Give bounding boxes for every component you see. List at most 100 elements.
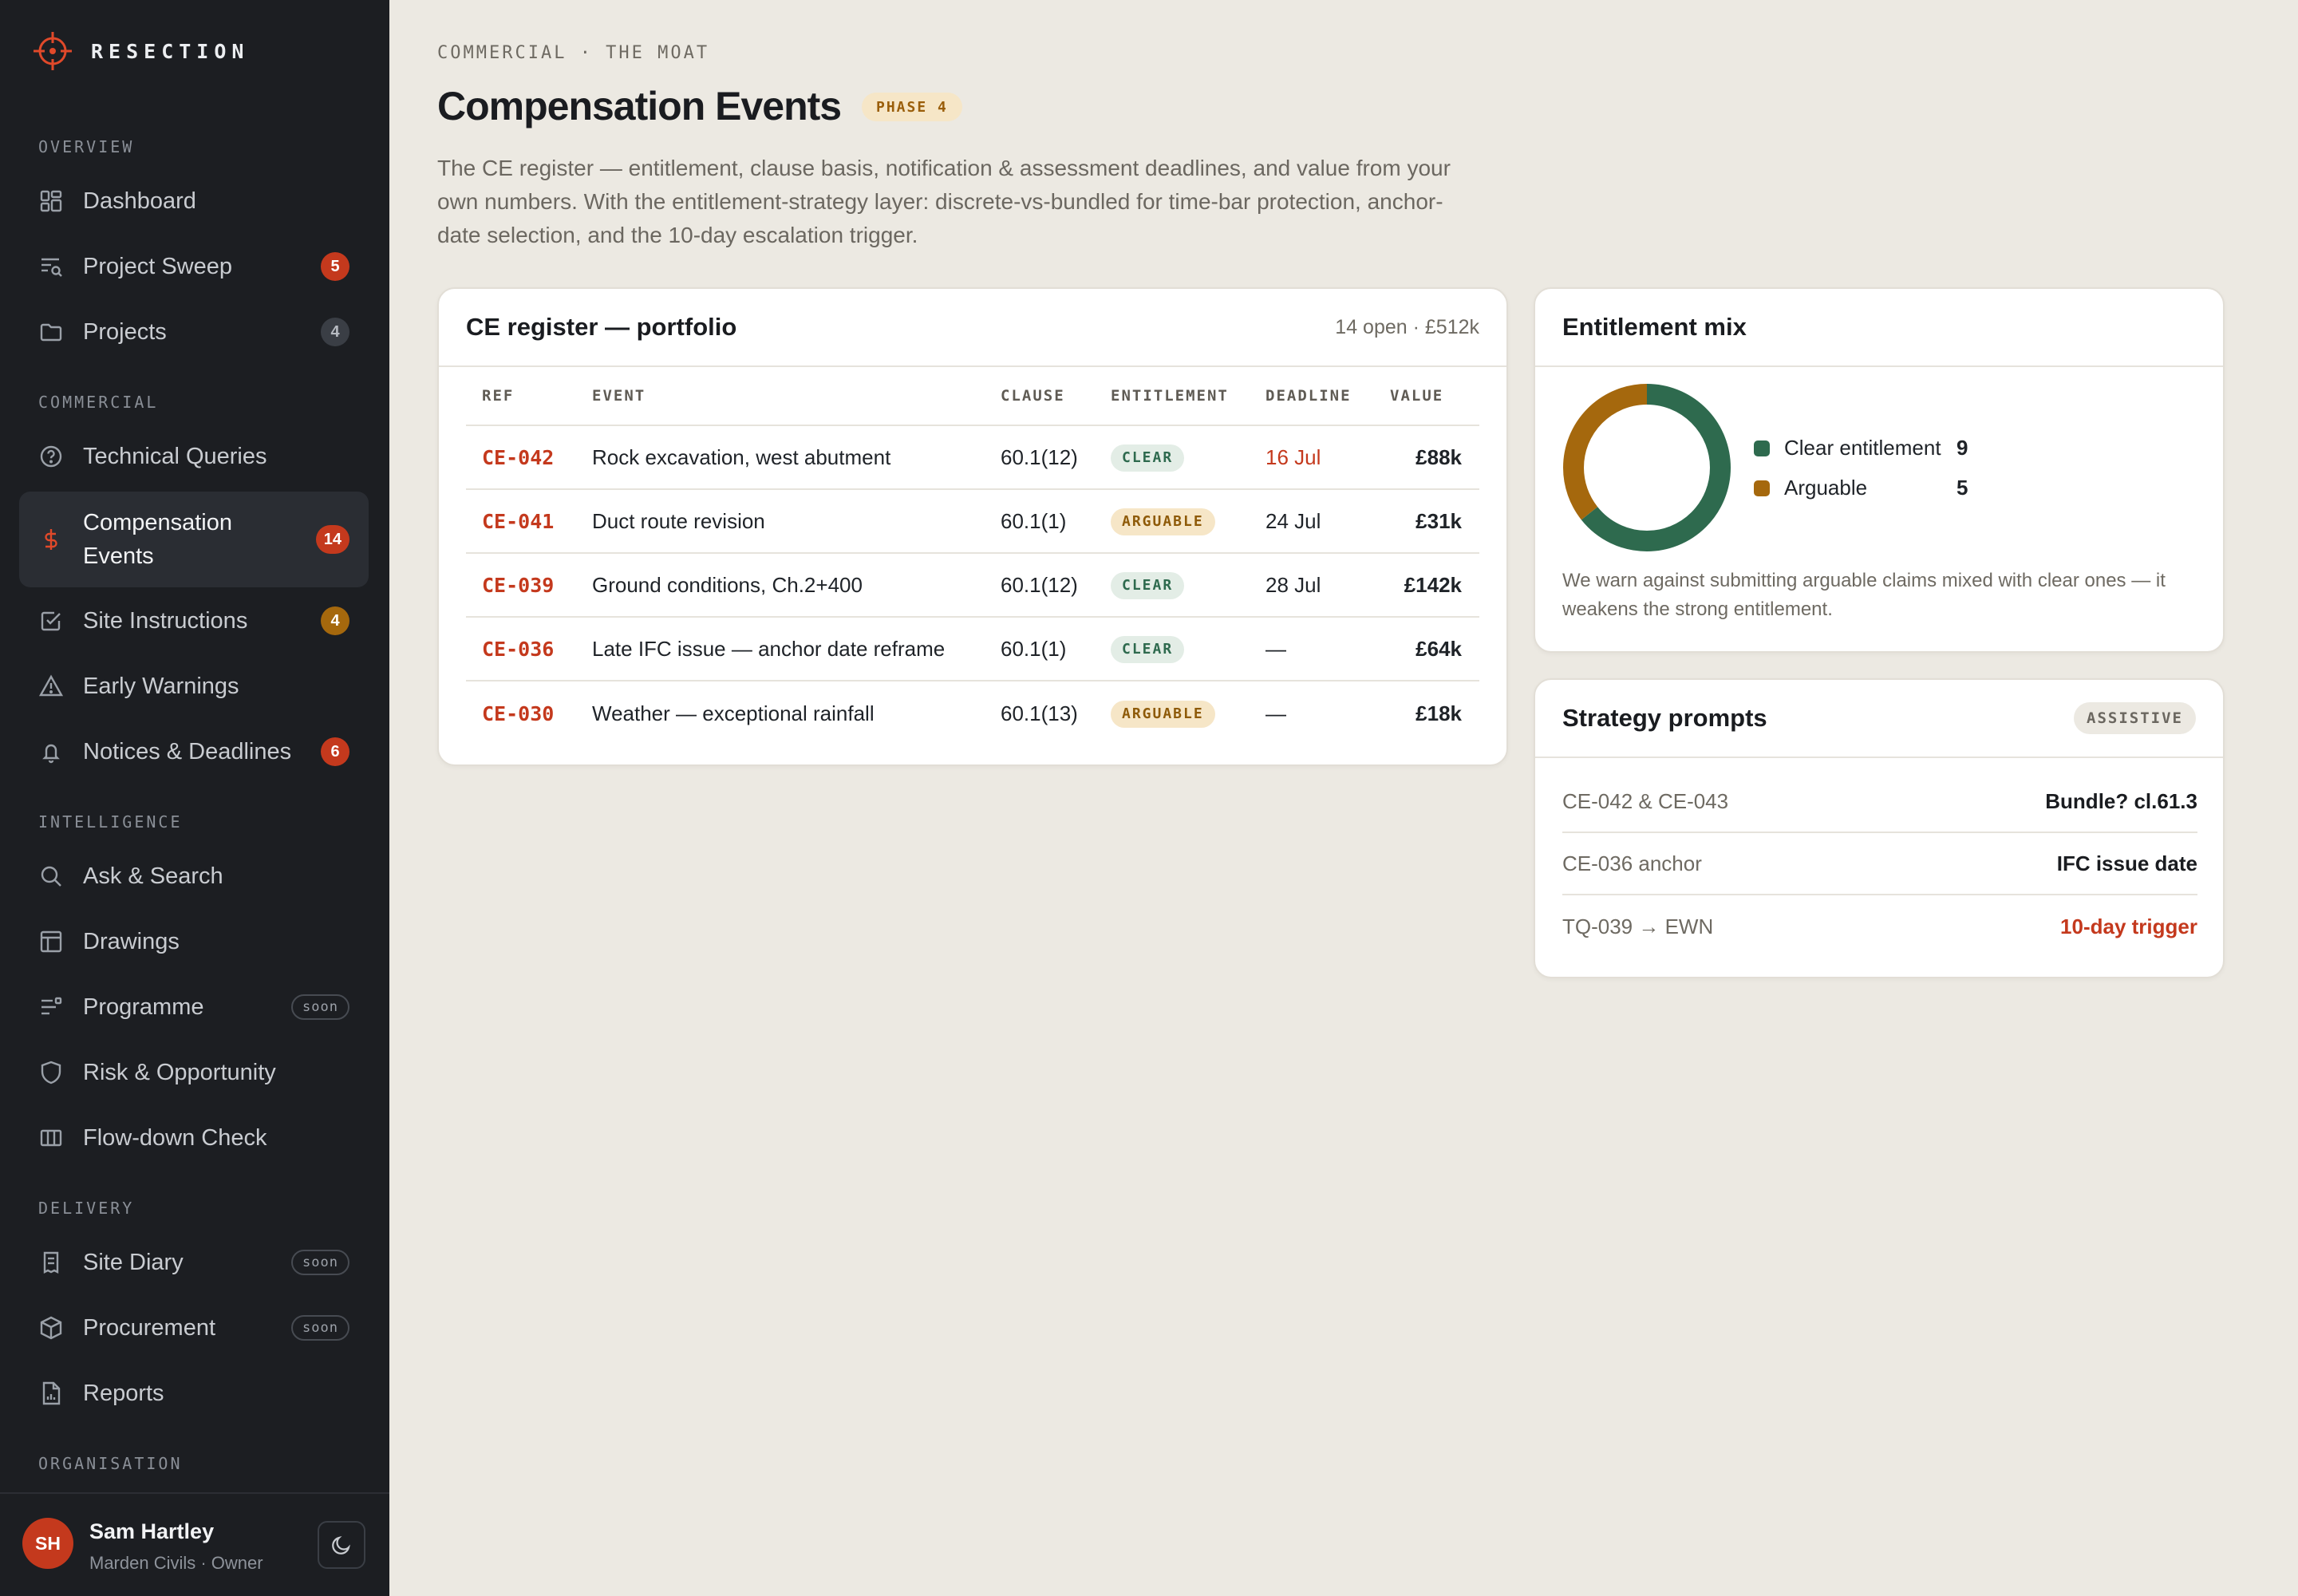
column-header-entitlement[interactable]: ENTITLEMENT [1111, 387, 1229, 405]
entitlement-badge: ARGUABLE [1111, 700, 1215, 728]
ce-deadline: 16 Jul [1265, 444, 1321, 469]
column-header-deadline[interactable]: DEADLINE [1265, 387, 1352, 405]
strategy-prompt-row[interactable]: TQ-039 → EWN 10-day trigger [1562, 895, 2197, 958]
column-header-ref[interactable]: REF [482, 387, 514, 405]
legend-label: Arguable [1784, 476, 1868, 500]
legend-label: Clear entitlement [1784, 436, 1941, 460]
legend-item-clear: Clear entitlement 9 [1754, 436, 1968, 460]
prompt-value: 10-day trigger [2060, 914, 2197, 938]
question-icon [38, 444, 64, 469]
ce-value: £31k [1416, 508, 1462, 533]
sidebar-item-drawings[interactable]: Drawings [19, 910, 369, 974]
table-row[interactable]: CE-036 Late IFC issue — anchor date refr… [466, 618, 1479, 681]
sidebar-item-ask-search[interactable]: Ask & Search [19, 844, 369, 908]
count-badge: 4 [321, 318, 349, 346]
strategy-prompt-row[interactable]: CE-036 anchor IFC issue date [1562, 833, 2197, 895]
sidebar-item-label: Early Warnings [83, 674, 239, 699]
moon-icon [332, 1536, 350, 1555]
table-row[interactable]: CE-039 Ground conditions, Ch.2+400 60.1(… [466, 554, 1479, 618]
sidebar-item-label: Site Instructions [83, 608, 248, 634]
entitlement-badge: CLEAR [1111, 571, 1185, 599]
ce-ref-link[interactable]: CE-039 [482, 574, 554, 597]
box-icon [38, 1315, 64, 1341]
ce-value: £64k [1416, 636, 1462, 661]
checkbox-icon [38, 608, 64, 634]
ce-register-card: CE register — portfolio 14 open · £512k … [437, 287, 1508, 766]
sidebar-item-site-instructions[interactable]: Site Instructions 4 [19, 589, 369, 653]
entitlement-mix-card: Entitlement mix Clear entitlement 9 Argu… [1534, 287, 2225, 653]
user-subtitle: Marden Civils · Owner [89, 1553, 263, 1573]
page-intro: The CE register — entitlement, clause ba… [437, 156, 1451, 247]
legend-item-arguable: Arguable 5 [1754, 476, 1968, 500]
section-organisation: ORGANISATION [38, 1454, 183, 1473]
column-header-clause[interactable]: CLAUSE [1001, 387, 1065, 405]
count-badge: 6 [321, 737, 349, 766]
avatar[interactable]: SH [22, 1518, 73, 1569]
sidebar-item-risk-opportunity[interactable]: Risk & Opportunity [19, 1041, 369, 1104]
ce-deadline: — [1265, 636, 1286, 661]
table-row[interactable]: CE-030 Weather — exceptional rainfall 60… [466, 681, 1479, 745]
sidebar-item-technical-queries[interactable]: Technical Queries [19, 425, 369, 488]
sweep-icon [38, 254, 64, 279]
card-title: CE register — portfolio [466, 313, 737, 341]
table-row[interactable]: CE-042 Rock excavation, west abutment 60… [466, 426, 1479, 490]
soon-badge: soon [291, 1250, 349, 1275]
sidebar-item-label: Programme [83, 994, 204, 1020]
ce-ref-link[interactable]: CE-036 [482, 638, 554, 661]
brand[interactable]: RESECTION [32, 30, 249, 72]
entitlement-badge: ARGUABLE [1111, 508, 1215, 535]
sidebar-item-projects[interactable]: Projects 4 [19, 300, 369, 364]
sidebar-item-notices-deadlines[interactable]: Notices & Deadlines 6 [19, 720, 369, 784]
ce-ref-link[interactable]: CE-030 [482, 702, 554, 725]
prompt-value: Bundle? cl.61.3 [2045, 788, 2197, 813]
section-delivery: DELIVERY [38, 1199, 135, 1218]
shield-icon [38, 1060, 64, 1085]
sidebar-item-reports[interactable]: Reports [19, 1361, 369, 1425]
legend-value: 5 [1956, 476, 1968, 500]
dashboard-icon [38, 188, 64, 214]
prompt-label: CE-042 & CE-043 [1562, 788, 1729, 813]
sidebar-item-project-sweep[interactable]: Project Sweep 5 [19, 235, 369, 298]
legend-swatch [1754, 480, 1770, 496]
ce-deadline: — [1265, 701, 1286, 725]
strategy-prompt-row[interactable]: CE-042 & CE-043 Bundle? cl.61.3 [1562, 771, 2197, 833]
brand-name: RESECTION [91, 39, 250, 63]
table-row[interactable]: CE-041 Duct route revision 60.1(1) ARGUA… [466, 490, 1479, 554]
mix-warning-note: We warn against submitting arguable clai… [1562, 570, 2166, 620]
sidebar-item-programme[interactable]: Programme soon [19, 975, 369, 1039]
sidebar-item-early-warnings[interactable]: Early Warnings [19, 654, 369, 718]
sidebar-item-label: Flow-down Check [83, 1125, 267, 1151]
ce-clause: 60.1(13) [1001, 701, 1078, 725]
sidebar-item-site-diary[interactable]: Site Diary soon [19, 1231, 369, 1294]
prompt-label: TQ-039 → EWN [1562, 914, 1714, 938]
ce-ref-link[interactable]: CE-042 [482, 446, 554, 469]
sidebar-item-label: Projects [83, 319, 167, 345]
ce-clause: 60.1(12) [1001, 572, 1078, 597]
ce-value: £88k [1416, 444, 1462, 469]
theme-toggle-button[interactable] [318, 1521, 365, 1569]
column-header-value[interactable]: VALUE [1390, 387, 1443, 405]
sidebar: RESECTION OVERVIEW Dashboard Project Swe… [0, 0, 389, 1596]
sidebar-item-label: Site Diary [83, 1250, 184, 1275]
sidebar-item-label: Procurement [83, 1315, 216, 1341]
sidebar-item-procurement[interactable]: Procurement soon [19, 1296, 369, 1360]
ce-event: Weather — exceptional rainfall [592, 701, 875, 725]
ce-value: £142k [1404, 572, 1462, 597]
sidebar-item-compensation-events[interactable]: Compensation Events 14 [19, 492, 369, 587]
warning-icon [38, 674, 64, 699]
entitlement-donut-chart [1563, 384, 1731, 551]
diary-icon [38, 1250, 64, 1275]
sidebar-item-flow-down-check[interactable]: Flow-down Check [19, 1106, 369, 1170]
prompt-value: IFC issue date [2056, 851, 2197, 875]
ce-event: Ground conditions, Ch.2+400 [592, 572, 863, 597]
columns-icon [38, 1125, 64, 1151]
ce-ref-link[interactable]: CE-041 [482, 510, 554, 533]
column-header-event[interactable]: EVENT [592, 387, 646, 405]
ce-clause: 60.1(12) [1001, 444, 1078, 469]
ce-event: Duct route revision [592, 508, 765, 533]
folder-icon [38, 319, 64, 345]
sidebar-item-dashboard[interactable]: Dashboard [19, 169, 369, 233]
ce-event: Rock excavation, west abutment [592, 444, 891, 469]
crosshair-logo-icon [34, 32, 72, 70]
prompt-label: CE-036 anchor [1562, 851, 1702, 875]
